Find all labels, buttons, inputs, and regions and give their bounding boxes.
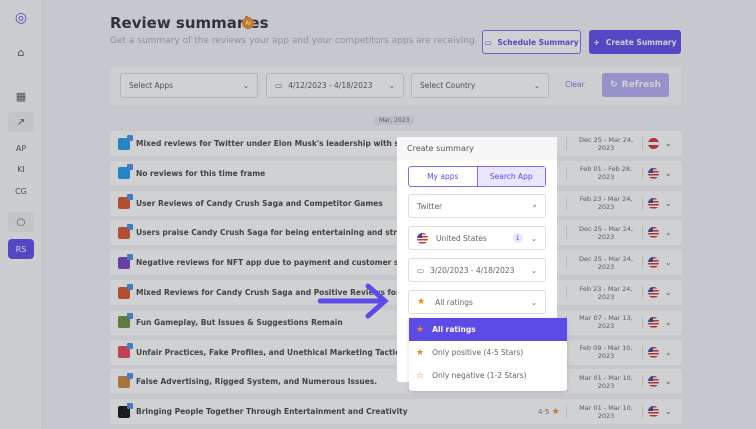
star-icon: ★ <box>417 297 426 307</box>
star-outline-icon: ☆ <box>416 370 425 381</box>
tab-search-app[interactable]: Search App <box>476 167 545 186</box>
arrow-icon <box>318 283 389 319</box>
chevron-down-icon: ⌄ <box>530 233 537 243</box>
modal-date-value: 3/20/2023 - 4/18/2023 <box>430 265 515 275</box>
star-icon: ★ <box>416 324 425 335</box>
option-label: Only positive (4-5 Stars) <box>432 348 524 357</box>
tab-my-apps[interactable]: My apps <box>409 167 477 186</box>
rating-value: All ratings <box>435 297 473 307</box>
calendar-icon: ▭ <box>417 265 425 275</box>
search-icon: ⌕ <box>532 201 537 210</box>
modal-date-range-picker[interactable]: ▭ 3/20/2023 - 4/18/2023 ⌄ <box>408 258 546 282</box>
rating-dropdown[interactable]: ★ All ratings ⌄ <box>408 290 546 314</box>
rating-options-menu: ★ All ratings ★ Only positive (4-5 Stars) … <box>409 318 567 391</box>
option-label: Only negative (1-2 Stars) <box>432 371 527 380</box>
us-flag-icon <box>417 232 428 244</box>
rating-option-positive[interactable]: ★ Only positive (4-5 Stars) <box>409 341 567 364</box>
star-filled-icon: ★ <box>416 347 425 358</box>
chevron-down-icon: ⌄ <box>530 297 537 307</box>
rating-option-all[interactable]: ★ All ratings <box>409 318 567 341</box>
rating-option-negative[interactable]: ☆ Only negative (1-2 Stars) <box>409 364 567 387</box>
search-value: Twitter <box>417 201 443 211</box>
app-source-toggle: My apps Search App <box>408 166 546 187</box>
option-label: All ratings <box>432 325 476 334</box>
modal-backdrop[interactable] <box>0 0 756 429</box>
chevron-down-icon: ⌄ <box>530 265 537 275</box>
country-dropdown[interactable]: United States 1 ⌄ <box>408 226 546 250</box>
country-value: United States <box>436 233 487 243</box>
modal-title: Create summary <box>397 137 557 160</box>
app-search-input[interactable]: Twitter ⌕ <box>408 194 546 218</box>
country-count-badge: 1 <box>512 233 523 243</box>
